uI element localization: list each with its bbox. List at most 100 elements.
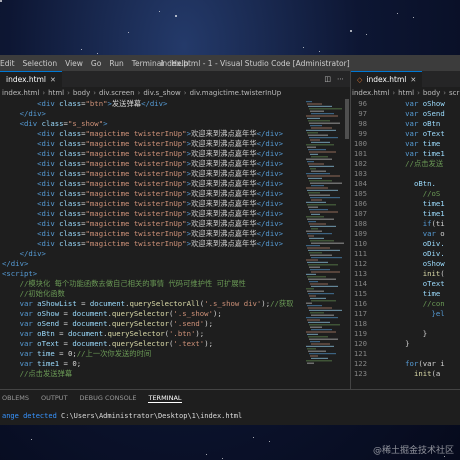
menu-help[interactable]: Help — [167, 59, 192, 68]
code-line: </div> — [19, 109, 46, 118]
code-line: var oShow — [405, 99, 445, 108]
tab-output[interactable]: OUTPUT — [41, 394, 68, 403]
code-line: var time = 0;//上一次你发送的时间 — [19, 349, 152, 358]
minimap-line — [310, 225, 336, 227]
minimap-line — [310, 197, 340, 199]
minimap-line — [306, 317, 338, 319]
panel-tabs: OBLEMS OUTPUT DEBUG CONSOLE TERMINAL — [0, 390, 460, 407]
right-code-area[interactable]: 96 97 98 99 100 101 102 103 104 105 106 107 108 109 11… — [352, 99, 460, 389]
minimap-line — [310, 139, 320, 141]
minimap-line — [307, 362, 314, 364]
code-line: <div class="magictime twisterInUp">欢迎来到沸… — [37, 159, 283, 168]
minimap-line — [309, 237, 324, 239]
line-number: 98 — [358, 119, 367, 128]
minimap-line — [307, 305, 322, 307]
more-actions-icon[interactable]: ⋯ — [337, 75, 344, 83]
minimap-line — [306, 173, 330, 175]
star — [0, 0, 2, 2]
minimap-line — [309, 309, 342, 311]
code-line: var time — [405, 139, 441, 148]
left-scrollbar-thumb[interactable] — [345, 99, 349, 139]
left-code-area[interactable]: <div class="btn">发送弹幕</div> </div> <div … — [2, 99, 302, 389]
minimap-line — [308, 235, 314, 237]
left-breadcrumb-item[interactable]: index.html — [2, 89, 39, 97]
split-editor-icon[interactable]: ◫ — [324, 75, 331, 83]
tab-problems[interactable]: OBLEMS — [2, 394, 29, 403]
minimap-line — [310, 312, 324, 314]
left-minimap[interactable] — [304, 99, 344, 389]
close-icon[interactable]: ✕ — [410, 76, 416, 84]
minimap-line — [306, 230, 322, 232]
code-line: init(a — [413, 369, 441, 378]
code-line: //点击发送 — [405, 159, 444, 168]
menu-edit[interactable]: Edit — [0, 59, 19, 68]
line-number: 118 — [353, 319, 367, 328]
minimap-line — [308, 264, 338, 266]
menu-go[interactable]: Go — [87, 59, 105, 68]
minimap-line — [306, 360, 332, 362]
right-code-lines: var oShow var oSend var oBtn var oText v… — [370, 99, 460, 389]
code-line: //con — [422, 299, 445, 308]
menu-selection[interactable]: Selection — [19, 59, 62, 68]
code-line: </div> — [2, 259, 29, 268]
right-breadcrumb-item[interactable]: index.html — [352, 89, 389, 97]
minimap-line — [309, 223, 326, 225]
line-number: 117 — [353, 309, 367, 318]
code-line: </div> — [19, 249, 46, 258]
line-number: 113 — [353, 269, 367, 278]
minimap-line — [310, 125, 322, 127]
code-line: init( — [422, 269, 445, 278]
code-line: } — [405, 339, 410, 348]
minimap-line — [306, 273, 316, 275]
editor-group-divider[interactable] — [350, 71, 351, 425]
line-number: 116 — [353, 299, 367, 308]
minimap-line — [307, 103, 322, 105]
minimap-line — [309, 194, 330, 196]
left-tab-row: index.html ✕ ◫ ⋯ — [0, 71, 350, 87]
chevron-right-icon: › — [93, 89, 97, 97]
star — [128, 32, 129, 33]
minimap-line — [310, 182, 342, 184]
minimap-line — [310, 269, 330, 271]
chevron-right-icon: › — [137, 89, 141, 97]
left-breadcrumb-item[interactable]: div.s_show — [143, 89, 180, 97]
minimap-line — [308, 307, 332, 309]
left-editor-tab[interactable]: index.html ✕ — [0, 71, 62, 87]
right-breadcrumb-item[interactable]: html — [398, 89, 414, 97]
line-number: 100 — [353, 139, 367, 148]
left-breadcrumb-item[interactable]: div.screen — [99, 89, 134, 97]
minimap-line — [309, 122, 340, 124]
right-breadcrumb-item[interactable]: script — [449, 89, 460, 97]
left-breadcrumb-item[interactable]: html — [48, 89, 64, 97]
minimap-line — [307, 132, 318, 134]
minimap-line — [309, 353, 336, 355]
tab-debug-console[interactable]: DEBUG CONSOLE — [80, 394, 137, 403]
tab-terminal[interactable]: TERMINAL — [148, 394, 182, 403]
right-editor-tab[interactable]: ◇ index.html ✕ — [351, 71, 423, 87]
code-line: <div class="magictime twisterInUp">欢迎来到沸… — [37, 149, 283, 158]
right-breadcrumb-item[interactable]: body — [423, 89, 440, 97]
close-icon[interactable]: ✕ — [50, 76, 56, 84]
line-number: 106 — [353, 199, 367, 208]
code-line: <div class="magictime twisterInUp">欢迎来到沸… — [37, 189, 283, 198]
code-line: time — [422, 289, 441, 298]
menu-bar: Edit Selection View Go Run Terminal Help… — [0, 55, 460, 71]
left-tab-label: index.html — [6, 75, 46, 84]
line-number: 114 — [353, 279, 367, 288]
menu-terminal[interactable]: Terminal — [128, 59, 168, 68]
line-number: 121 — [353, 349, 367, 358]
left-breadcrumb-item[interactable]: body — [73, 89, 90, 97]
minimap-line — [309, 108, 342, 110]
star — [159, 11, 160, 12]
menu-view[interactable]: View — [61, 59, 87, 68]
code-line: <div class="magictime twisterInUp">欢迎来到沸… — [37, 139, 283, 148]
menu-run[interactable]: Run — [105, 59, 127, 68]
star — [206, 454, 207, 455]
code-line: var o — [422, 229, 445, 238]
terminal-output[interactable]: ange detected C:\Users\Administrator\Des… — [0, 407, 460, 425]
star — [269, 441, 270, 442]
left-breadcrumb-item[interactable]: div.magictime.twisterInUp — [190, 89, 282, 97]
line-number: 99 — [358, 129, 367, 138]
minimap-line — [311, 141, 330, 143]
minimap-line — [306, 129, 336, 131]
